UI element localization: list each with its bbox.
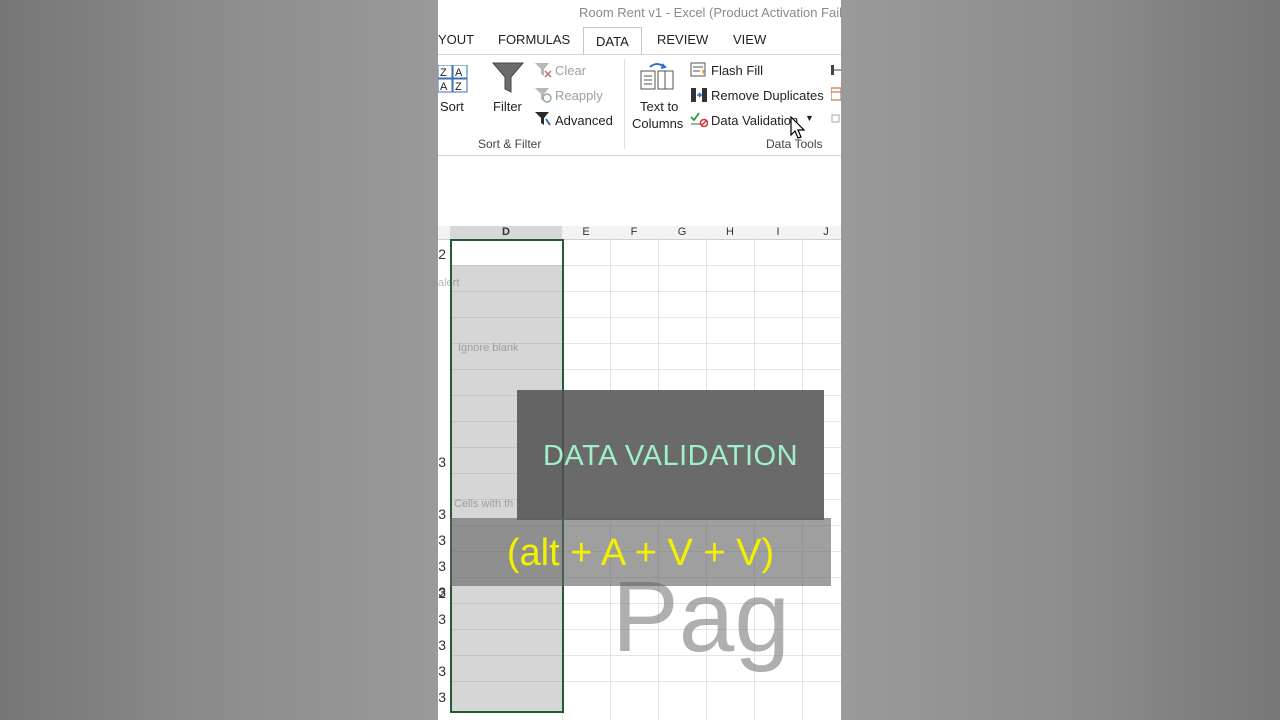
- ghost-dialog-text: Cells with th: [454, 498, 514, 510]
- row-number: 3: [438, 663, 446, 679]
- ghost-dialog-text: alert: [438, 277, 460, 289]
- active-cell[interactable]: [452, 241, 562, 265]
- remove-duplicates-button[interactable]: Remove Duplicates: [711, 88, 824, 103]
- tab-page-layout[interactable]: YOUT: [438, 26, 474, 54]
- formula-area: [438, 156, 841, 226]
- row-number: 2: [438, 585, 446, 601]
- mouse-cursor-icon: [790, 115, 806, 145]
- filter-icon: [491, 61, 525, 98]
- ribbon-tabs: YOUT FORMULAS DATA REVIEW VIEW: [438, 26, 841, 56]
- flash-fill-icon: [690, 62, 708, 81]
- data-validation-icon: [690, 111, 709, 130]
- caption-shortcut: (alt + A + V + V): [506, 532, 775, 574]
- svg-text:A: A: [455, 67, 463, 79]
- caption-shortcut-box: (alt + A + V + V): [450, 518, 831, 586]
- advanced-button[interactable]: Advanced: [555, 113, 613, 128]
- column-headers: D E F G H I J: [438, 226, 841, 240]
- clear-button[interactable]: Clear: [555, 63, 586, 78]
- column-header-f[interactable]: F: [610, 226, 658, 239]
- window-title-bar: Room Rent v1 - Excel (Product Activation…: [438, 0, 841, 26]
- tab-formulas[interactable]: FORMULAS: [498, 26, 570, 54]
- reapply-icon: [534, 87, 552, 106]
- sort-button[interactable]: Sort: [440, 99, 464, 114]
- sort-icon: Z A A Z: [438, 64, 468, 96]
- column-header-g[interactable]: G: [658, 226, 706, 239]
- clear-filter-icon: [534, 62, 552, 81]
- column-header-j[interactable]: J: [802, 226, 841, 239]
- column-header-d[interactable]: D: [450, 226, 562, 239]
- svg-text:Z: Z: [455, 81, 462, 93]
- tab-data[interactable]: DATA: [583, 27, 642, 56]
- row-number: 3: [438, 637, 446, 653]
- advanced-filter-icon: [534, 111, 552, 130]
- sort-filter-group-label: Sort & Filter: [478, 137, 542, 151]
- row-number: 3: [438, 611, 446, 627]
- what-if-analysis-icon: [830, 87, 841, 104]
- tab-view[interactable]: VIEW: [733, 26, 766, 54]
- caption-title: DATA VALIDATION: [542, 440, 799, 472]
- svg-text:Z: Z: [440, 67, 447, 79]
- row-number: 3: [438, 506, 446, 522]
- consolidate-icon: [831, 63, 841, 80]
- column-header-e[interactable]: E: [562, 226, 610, 239]
- row-number: 3: [438, 689, 446, 705]
- blurred-background-right: [841, 0, 1280, 720]
- row-number: 3: [438, 532, 446, 548]
- caption-title-box: DATA VALIDATION: [517, 390, 824, 520]
- text-to-columns-icon: [640, 61, 674, 96]
- column-header-i[interactable]: I: [754, 226, 802, 239]
- relationships-icon: [831, 113, 841, 128]
- blurred-background-left: [0, 0, 438, 720]
- text-to-columns-label-2[interactable]: Columns: [632, 116, 683, 131]
- text-to-columns-label-1[interactable]: Text to: [640, 99, 678, 114]
- data-validation-dropdown-icon[interactable]: ▼: [805, 113, 814, 123]
- reapply-button[interactable]: Reapply: [555, 88, 603, 103]
- ribbon-data: Z A A Z Sort Filter Clear Reapply Advanc…: [438, 54, 841, 156]
- data-validation-button[interactable]: Data Validation: [711, 113, 798, 128]
- row-number: 3: [438, 454, 446, 470]
- row-number: 2: [438, 246, 446, 262]
- window-title: Room Rent v1 - Excel (Product Activation…: [579, 5, 841, 20]
- remove-duplicates-icon: [690, 87, 708, 106]
- column-header-h[interactable]: H: [706, 226, 754, 239]
- row-number: 3: [438, 558, 446, 574]
- ghost-dialog-text: Ignore blank: [458, 342, 519, 354]
- svg-text:A: A: [440, 81, 448, 93]
- flash-fill-button[interactable]: Flash Fill: [711, 63, 763, 78]
- group-separator: [624, 59, 625, 149]
- tab-review[interactable]: REVIEW: [657, 26, 708, 54]
- filter-button[interactable]: Filter: [493, 99, 522, 114]
